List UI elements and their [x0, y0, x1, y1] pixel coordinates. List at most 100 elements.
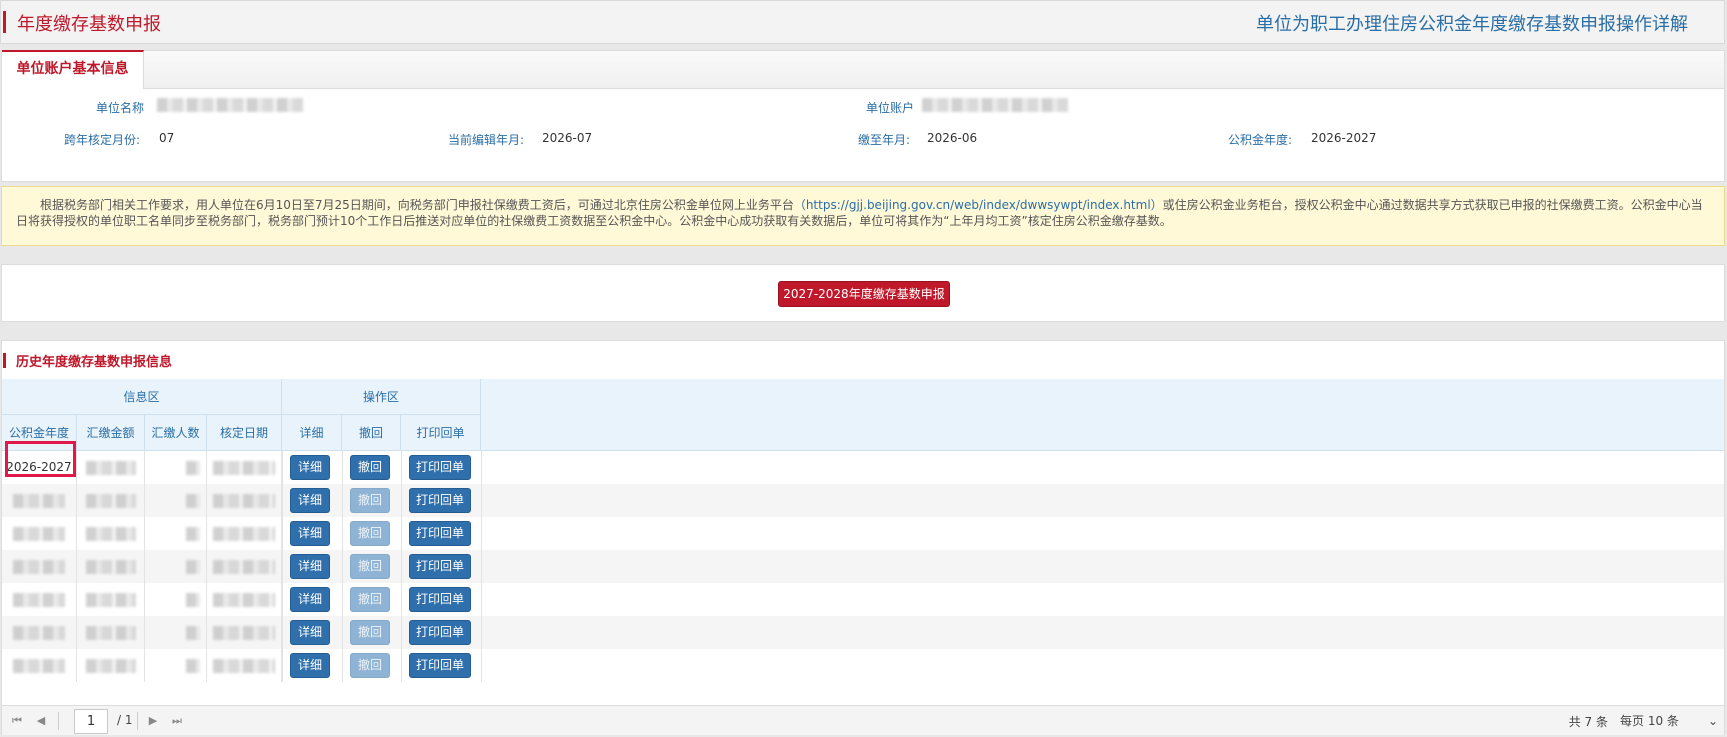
group-header-info: 信息区	[2, 379, 282, 415]
column-divider	[481, 649, 482, 682]
print-receipt-button[interactable]: 打印回单	[409, 521, 471, 546]
cell-verify-date	[207, 517, 282, 550]
cell-fund-year	[2, 550, 77, 583]
tab-account-info[interactable]: 单位账户基本信息	[2, 50, 144, 89]
detail-button[interactable]: 详细	[290, 653, 330, 678]
cell-amount	[77, 451, 145, 484]
tab-bar: 单位账户基本信息	[2, 50, 1724, 89]
page-size-label: 每页 10 条	[1620, 714, 1679, 728]
column-divider	[342, 484, 343, 517]
column-divider	[401, 550, 402, 583]
paid-until-value: 2026-06	[927, 131, 978, 145]
column-divider	[342, 583, 343, 616]
cell-fund-year	[2, 484, 77, 517]
print-receipt-button[interactable]: 打印回单	[409, 554, 471, 579]
cell-verify-date	[207, 616, 282, 649]
cell-amount	[77, 484, 145, 517]
col-header-verify-date: 核定日期	[207, 415, 282, 451]
detail-button[interactable]: 详细	[290, 455, 330, 480]
column-divider	[282, 451, 283, 484]
print-receipt-button[interactable]: 打印回单	[409, 455, 471, 480]
cell-people	[145, 649, 207, 682]
pager-divider	[58, 712, 59, 730]
column-divider	[481, 550, 482, 583]
title-accent	[3, 11, 6, 33]
table-row: 详细 撤回 打印回单	[2, 583, 1724, 616]
grid-header: 信息区 操作区 公积金年度 汇缴金额 汇缴人数 核定日期 详细 撤回 打印回单	[2, 379, 1724, 451]
col-header-revoke: 撤回	[342, 415, 401, 451]
page-size-select[interactable]: 每页 10 条 ⌄	[1620, 710, 1720, 732]
column-divider	[401, 616, 402, 649]
total-pages: / 1	[117, 713, 133, 727]
notice-text-before: 根据税务部门相关工作要求，用人单位在6月10日至7月25日期间，向税务部门申报社…	[40, 198, 794, 212]
print-receipt-button[interactable]: 打印回单	[409, 620, 471, 645]
cell-fund-year	[2, 649, 77, 682]
cell-amount	[77, 517, 145, 550]
column-divider	[401, 649, 402, 682]
column-divider	[401, 583, 402, 616]
detail-button[interactable]: 详细	[290, 488, 330, 513]
revoke-button[interactable]: 撤回	[350, 455, 390, 480]
column-divider	[342, 451, 343, 484]
column-divider	[282, 649, 283, 682]
unit-name-label: 单位名称	[95, 101, 144, 115]
cell-fund-year	[2, 517, 77, 550]
revoke-button[interactable]: 撤回	[350, 488, 390, 513]
revoke-button[interactable]: 撤回	[350, 521, 390, 546]
table-row: 2026-2027 详细 撤回 打印回单	[2, 441, 1724, 484]
operation-guide-link[interactable]: 单位为职工办理住房公积金年度缴存基数申报操作详解	[1256, 10, 1688, 36]
history-title-accent	[3, 353, 6, 368]
cell-amount	[77, 550, 145, 583]
column-divider	[481, 517, 482, 550]
revoke-button[interactable]: 撤回	[350, 620, 390, 645]
first-page-icon[interactable]: ⏮	[10, 714, 24, 728]
column-divider	[282, 484, 283, 517]
notice-link[interactable]: （https://gjj.beijing.gov.cn/web/index/dw…	[794, 198, 1163, 212]
cell-people	[145, 616, 207, 649]
prev-page-icon[interactable]: ◀	[34, 714, 48, 728]
annual-base-apply-button[interactable]: 2027-2028年度缴存基数申报	[778, 281, 950, 307]
column-divider	[282, 616, 283, 649]
next-page-icon[interactable]: ▶	[146, 714, 160, 728]
cell-verify-date	[207, 484, 282, 517]
history-title-bar: 历史年度缴存基数申报信息	[2, 341, 1724, 379]
cross-year-month-value: 07	[159, 131, 175, 145]
cell-verify-date	[207, 583, 282, 616]
revoke-button[interactable]: 撤回	[350, 587, 390, 612]
col-header-detail: 详细	[282, 415, 342, 451]
col-header-amount: 汇缴金额	[77, 415, 145, 451]
print-receipt-button[interactable]: 打印回单	[409, 488, 471, 513]
last-page-icon[interactable]: ⏭	[170, 714, 184, 728]
column-divider	[282, 583, 283, 616]
pager: ⏮ ◀ 1 / 1 ▶ ⏭ 共 7 条 每页 10 条 ⌄	[2, 705, 1724, 735]
pager-divider	[137, 712, 138, 730]
cell-people	[145, 550, 207, 583]
table-row: 详细 撤回 打印回单	[2, 616, 1724, 649]
total-count: 共 7 条	[1568, 715, 1608, 729]
page-header: 年度缴存基数申报 单位为职工办理住房公积金年度缴存基数申报操作详解	[0, 0, 1725, 44]
print-receipt-button[interactable]: 打印回单	[409, 587, 471, 612]
column-divider	[342, 517, 343, 550]
column-divider	[481, 616, 482, 649]
column-divider	[401, 517, 402, 550]
detail-button[interactable]: 详细	[290, 620, 330, 645]
cross-year-month-label: 跨年核定月份:	[63, 133, 140, 147]
page-number-input[interactable]: 1	[74, 709, 108, 734]
column-divider	[282, 517, 283, 550]
column-divider	[401, 484, 402, 517]
revoke-button[interactable]: 撤回	[350, 653, 390, 678]
cell-amount	[77, 583, 145, 616]
current-edit-month-value: 2026-07	[542, 131, 593, 145]
detail-button[interactable]: 详细	[290, 587, 330, 612]
apply-panel: 2027-2028年度缴存基数申报	[1, 264, 1725, 322]
history-grid: 信息区 操作区 公积金年度 汇缴金额 汇缴人数 核定日期 详细 撤回 打印回单 …	[2, 379, 1724, 699]
column-divider	[342, 649, 343, 682]
column-divider	[481, 484, 482, 517]
history-panel: 历史年度缴存基数申报信息 信息区 操作区 公积金年度 汇缴金额 汇缴人数 核定日…	[1, 340, 1725, 735]
detail-button[interactable]: 详细	[290, 521, 330, 546]
detail-button[interactable]: 详细	[290, 554, 330, 579]
print-receipt-button[interactable]: 打印回单	[409, 653, 471, 678]
column-divider	[342, 550, 343, 583]
revoke-button[interactable]: 撤回	[350, 554, 390, 579]
page-title: 年度缴存基数申报	[17, 14, 161, 35]
